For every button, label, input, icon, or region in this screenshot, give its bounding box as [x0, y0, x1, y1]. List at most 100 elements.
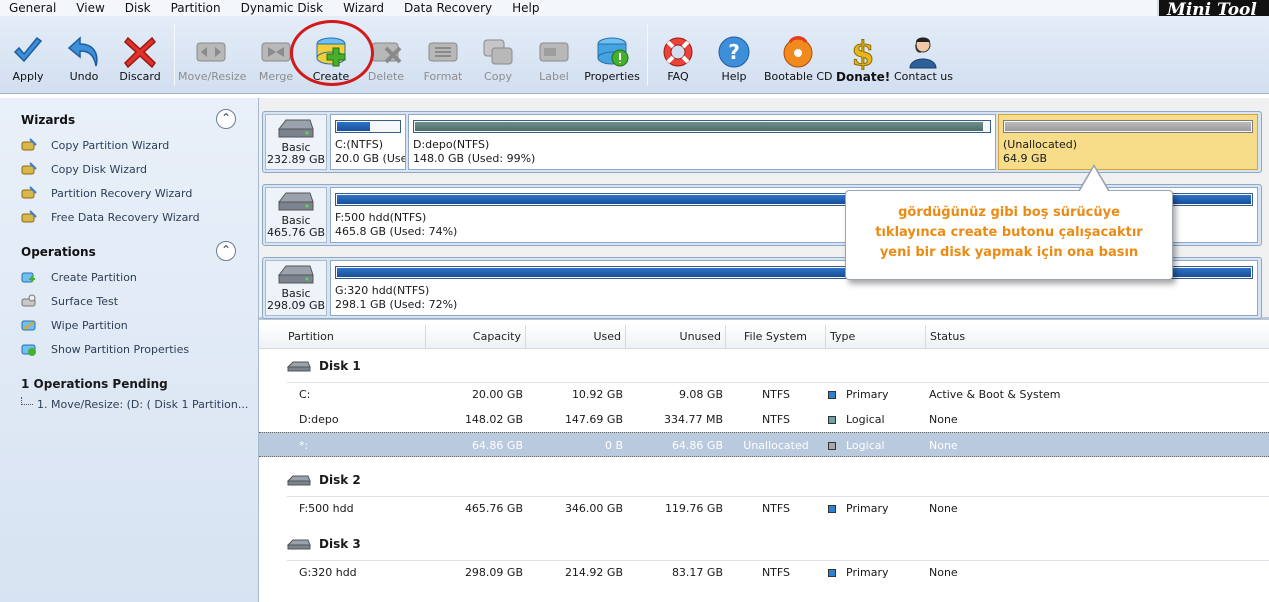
apply-button[interactable]: Apply: [6, 16, 50, 88]
partition-block-unallocated[interactable]: (Unallocated) 64.9 GB: [998, 114, 1258, 170]
partition-block-c[interactable]: C:(NTFS) 20.0 GB (Used: [330, 114, 406, 170]
faq-button[interactable]: FAQ: [656, 16, 700, 88]
partition-type-color-swatch: [828, 569, 836, 577]
cell-unused: 64.86 GB: [626, 433, 723, 458]
cell-partition: *:: [299, 433, 419, 458]
table-row[interactable]: D:depo 148.02 GB 147.69 GB 334.77 MB NTFS Log…: [259, 407, 1269, 432]
disk-group-label: Disk 1: [319, 359, 361, 373]
disk-group-header[interactable]: Disk 1: [287, 353, 361, 379]
disk-group-header[interactable]: Disk 2: [287, 467, 361, 493]
cell-partition: D:depo: [299, 407, 419, 432]
copy-button[interactable]: Copy: [476, 16, 520, 88]
properties-icon: [597, 37, 629, 67]
table-header: Partition Capacity Used Unused File Syst…: [259, 325, 1269, 349]
discard-button[interactable]: Discard: [116, 16, 164, 88]
disk-info[interactable]: Basic 298.09 GB: [265, 260, 327, 316]
disk-group-header[interactable]: Disk 3: [287, 531, 361, 557]
callout-line: yeni bir disk yapmak için ona basın: [879, 245, 1139, 260]
cell-partition-text: G:320 hdd: [299, 566, 357, 579]
sidebar-item-show-partition-properties[interactable]: Show Partition Properties: [21, 340, 189, 358]
properties-button[interactable]: Properties: [584, 16, 640, 88]
cell-type-text: Primary: [846, 566, 889, 579]
disk-info[interactable]: Basic 465.76 GB: [265, 187, 327, 243]
table-row[interactable]: *: 64.86 GB 0 B 64.86 GB Unallocated Logical N…: [259, 432, 1269, 457]
partition-info: 64.9 GB: [1003, 152, 1048, 165]
bootable-cd-button[interactable]: Bootable CD: [764, 16, 833, 88]
cell-used: 147.69 GB: [526, 407, 623, 432]
table-row[interactable]: C: 20.00 GB 10.92 GB 9.08 GB NTFS Primary Acti…: [259, 382, 1269, 407]
move-resize-button[interactable]: Move/Resize: [178, 16, 246, 88]
column-header-partition[interactable]: Partition: [284, 325, 426, 349]
column-header-file-system[interactable]: File System: [726, 325, 826, 349]
cell-status-text: None: [929, 566, 958, 579]
pending-operations-title: 1 Operations Pending: [21, 377, 168, 391]
cell-status: None: [929, 496, 1229, 521]
contact-us-button[interactable]: Contact us: [894, 16, 953, 88]
wizards-title: Wizards: [21, 113, 76, 127]
menu-dynamic-disk[interactable]: Dynamic Disk: [231, 1, 334, 15]
toolbar-separator: [174, 24, 175, 86]
partition-block-d[interactable]: D:depo(NTFS) 148.0 GB (Used: 99%): [408, 114, 996, 170]
cell-unused: 9.08 GB: [626, 382, 723, 407]
disk-info[interactable]: Basic 232.89 GB: [265, 114, 327, 170]
menu-wizard[interactable]: Wizard: [333, 1, 394, 15]
bootable-cd-icon: [783, 36, 813, 68]
cell-type-text: Logical: [846, 413, 885, 426]
menu-bar: General View Disk Partition Dynamic Disk…: [0, 0, 1269, 16]
sidebar-item-surface-test[interactable]: Surface Test: [21, 292, 118, 310]
column-header-unused[interactable]: Unused: [626, 325, 726, 349]
sidebar-item-label: Copy Partition Wizard: [51, 138, 170, 152]
disk-group-label: Disk 3: [319, 537, 361, 551]
sidebar-item-create-partition[interactable]: Create Partition: [21, 268, 137, 286]
sidebar-item-wipe-partition[interactable]: Wipe Partition: [21, 316, 128, 334]
menu-general[interactable]: General: [0, 1, 66, 15]
format-button[interactable]: Format: [420, 16, 466, 88]
menu-disk[interactable]: Disk: [115, 1, 161, 15]
partition-usage-fill: [1005, 122, 1251, 131]
table-row[interactable]: G:320 hdd 298.09 GB 214.92 GB 83.17 GB NTFS P…: [259, 560, 1269, 585]
pending-operation-item[interactable]: 1. Move/Resize: (D: ( Disk 1 Partition..…: [21, 397, 248, 411]
menu-view[interactable]: View: [66, 1, 114, 15]
hard-disk-icon: [277, 265, 314, 284]
cell-file-system-text: NTFS: [761, 566, 791, 579]
wipe-partition-icon: [21, 320, 36, 331]
column-header-capacity[interactable]: Capacity: [426, 325, 526, 349]
disk-group-label: Disk 2: [319, 473, 361, 487]
sidebar-item-copy-disk-wizard[interactable]: Copy Disk Wizard: [21, 160, 147, 178]
donate-button[interactable]: $ Donate!: [836, 16, 890, 88]
menu-data-recovery[interactable]: Data Recovery: [394, 1, 502, 15]
menu-partition[interactable]: Partition: [161, 1, 231, 15]
column-header-used[interactable]: Used: [526, 325, 626, 349]
partition-usage-fill: [337, 122, 371, 131]
cell-type-text: Primary: [846, 388, 889, 401]
format-icon: [428, 42, 458, 62]
partition-name: F:500 hdd(NTFS): [335, 211, 427, 224]
partition-type-color-swatch: [828, 391, 836, 399]
cell-used: 214.92 GB: [526, 560, 623, 585]
sidebar-item-free-data-recovery-wizard[interactable]: Free Data Recovery Wizard: [21, 208, 200, 226]
operations-collapse-button[interactable]: ⌃: [216, 241, 236, 261]
apply-label: Apply: [12, 70, 44, 83]
wizards-collapse-button[interactable]: ⌃: [216, 109, 236, 129]
cell-file-system: Unallocated: [726, 433, 826, 458]
cell-unused-text: 334.77 MB: [663, 413, 723, 426]
column-header-status[interactable]: Status: [926, 325, 1269, 349]
cell-status: None: [929, 560, 1229, 585]
hard-disk-icon: [287, 475, 311, 486]
label-button[interactable]: Label: [532, 16, 576, 88]
partition-usage-bar: [413, 120, 991, 133]
table-row[interactable]: F:500 hdd 465.76 GB 346.00 GB 119.76 GB NTFS…: [259, 496, 1269, 521]
sidebar-item-partition-recovery-wizard[interactable]: Partition Recovery Wizard: [21, 184, 192, 202]
partition-info: 20.0 GB (Used: [335, 152, 405, 165]
cell-status-text: None: [929, 439, 958, 452]
cell-capacity-text: 148.02 GB: [464, 413, 523, 426]
partition-table: Partition Capacity Used Unused File Syst…: [259, 323, 1269, 602]
copy-label: Copy: [484, 70, 512, 83]
undo-button[interactable]: Undo: [62, 16, 106, 88]
help-button[interactable]: ? Help: [712, 16, 756, 88]
cell-partition-text: F:500 hdd: [299, 502, 354, 515]
sidebar-item-copy-partition-wizard[interactable]: Copy Partition Wizard: [21, 136, 169, 154]
column-header-type[interactable]: Type: [826, 325, 926, 349]
menu-help[interactable]: Help: [502, 1, 549, 15]
dollar-sign-icon: $: [851, 34, 876, 70]
